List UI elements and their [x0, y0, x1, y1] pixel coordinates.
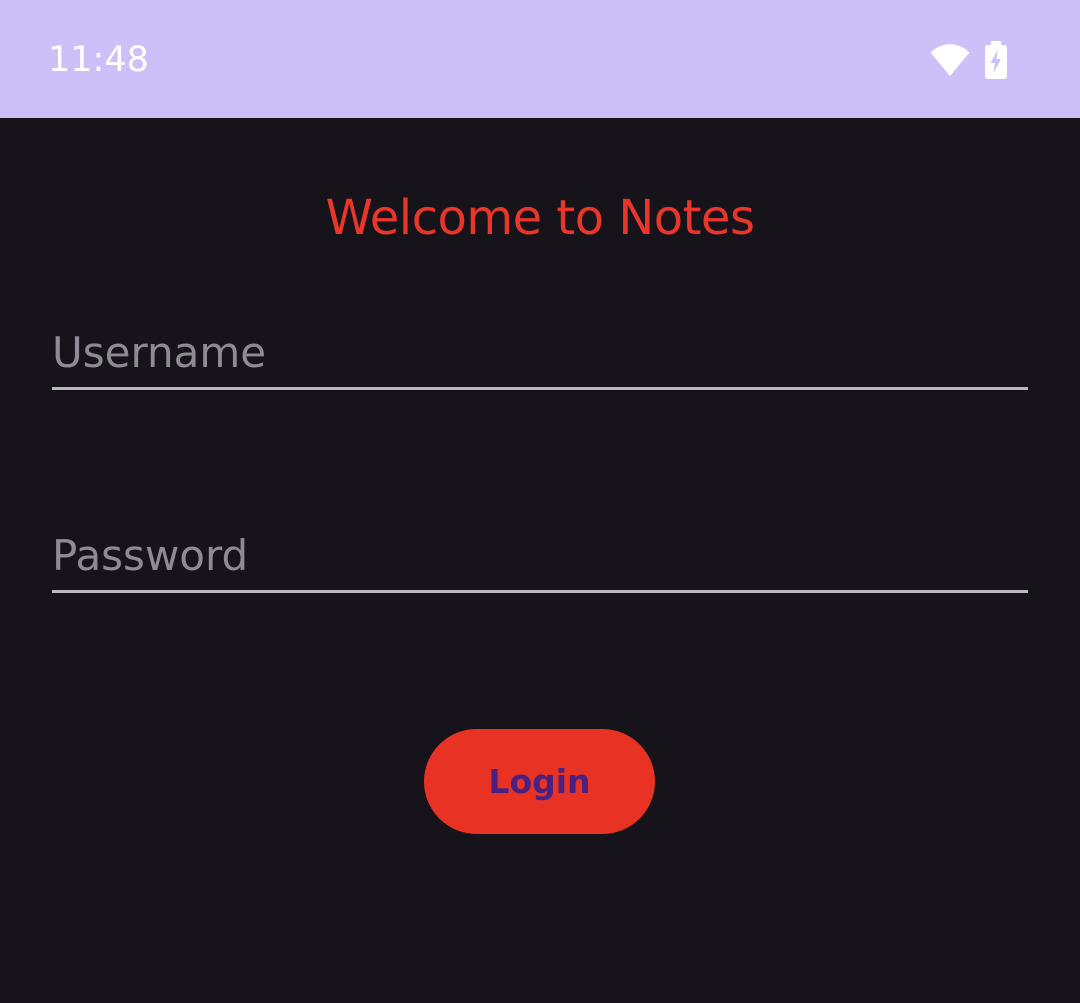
page-title: Welcome to Notes [325, 190, 755, 246]
username-field[interactable] [52, 320, 1028, 390]
password-field[interactable] [52, 523, 1028, 593]
battery-charging-icon [984, 41, 1008, 79]
status-bar: 11:48 [0, 0, 1080, 118]
status-icons [930, 40, 1008, 80]
login-screen: Welcome to Notes Login [0, 118, 1080, 1003]
username-input[interactable] [52, 323, 1028, 381]
login-button-label: Login [488, 762, 591, 801]
status-time: 11:48 [48, 40, 149, 80]
login-button[interactable]: Login [424, 729, 655, 834]
wifi-icon [930, 43, 970, 77]
password-input[interactable] [52, 526, 1028, 584]
